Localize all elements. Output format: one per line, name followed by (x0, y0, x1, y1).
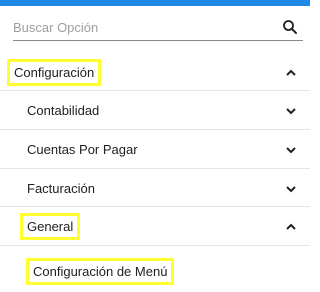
search-bar (13, 16, 303, 41)
menu-item-contabilidad[interactable]: Contabilidad (27, 91, 302, 129)
menu-item-configuracion-de-menu[interactable]: Configuración de Menú (25, 252, 299, 290)
search-input[interactable] (13, 16, 273, 38)
chevron-down-icon[interactable] (284, 182, 298, 196)
menu-item-general[interactable]: General (19, 207, 303, 245)
menu-item-label: Contabilidad (27, 102, 100, 118)
chevron-down-icon[interactable] (284, 104, 298, 118)
search-icon[interactable] (281, 18, 299, 36)
chevron-up-icon[interactable] (284, 220, 298, 234)
menu-item-configuracion[interactable]: Configuración (6, 53, 302, 91)
menu-item-label: General (19, 212, 81, 240)
divider (0, 245, 310, 246)
chevron-down-icon[interactable] (284, 143, 298, 157)
chevron-up-icon[interactable] (284, 66, 298, 80)
menu-item-label: Facturación (27, 180, 95, 196)
menu-item-cuentas-por-pagar[interactable]: Cuentas Por Pagar (27, 130, 302, 168)
menu-item-label: Configuración (6, 58, 102, 86)
menu-item-facturacion[interactable]: Facturación (27, 169, 302, 207)
top-accent-bar (0, 0, 310, 6)
menu-item-label: Cuentas Por Pagar (27, 141, 138, 157)
menu-item-label: Configuración de Menú (25, 257, 175, 285)
